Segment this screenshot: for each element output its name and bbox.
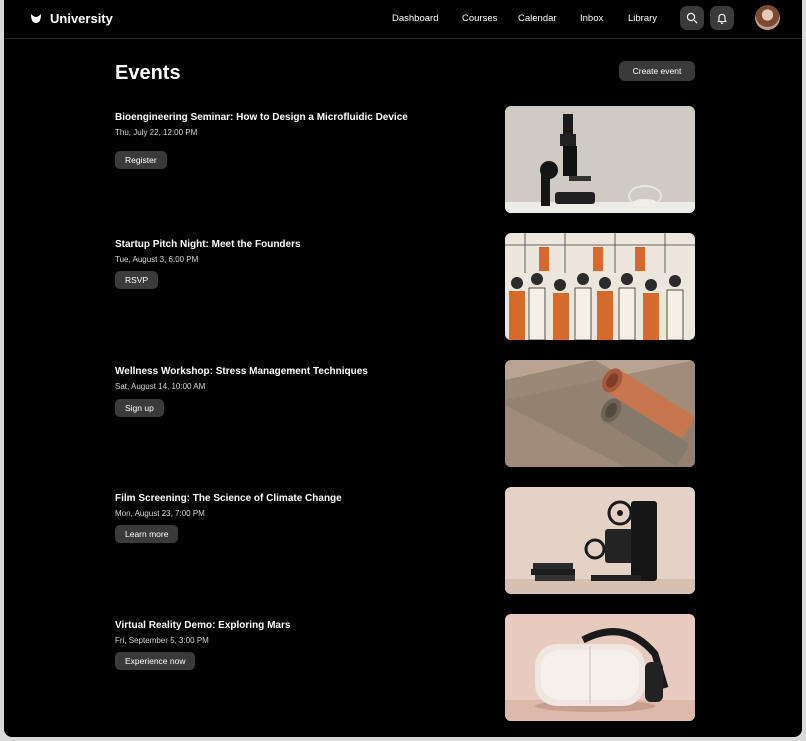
- event-image-microscope[interactable]: [505, 106, 695, 213]
- event-item: Bioengineering Seminar: How to Design a …: [4, 106, 802, 222]
- event-date: Mon, August 23, 7:00 PM: [115, 509, 205, 518]
- notifications-button[interactable]: [710, 6, 734, 30]
- event-item: Wellness Workshop: Stress Management Tec…: [4, 360, 802, 476]
- event-item: Film Screening: The Science of Climate C…: [4, 487, 802, 603]
- rsvp-button[interactable]: RSVP: [115, 271, 159, 289]
- event-date: Thu, July 22, 12:00 PM: [115, 128, 198, 137]
- experience-now-button[interactable]: Experience now: [115, 652, 196, 670]
- event-date: Sat, August 14, 10:00 AM: [115, 382, 206, 391]
- learn-more-button[interactable]: Learn more: [115, 525, 179, 543]
- top-navigation-bar: University Dashboard Courses Calendar In…: [4, 0, 802, 39]
- event-image-vr-headset[interactable]: [505, 614, 695, 721]
- search-icon: [686, 12, 698, 24]
- event-title[interactable]: Wellness Workshop: Stress Management Tec…: [115, 366, 368, 377]
- sign-up-button[interactable]: Sign up: [115, 399, 164, 417]
- user-avatar[interactable]: [755, 5, 780, 30]
- event-item: Virtual Reality Demo: Exploring Mars Fri…: [4, 614, 802, 730]
- event-image-film-projector[interactable]: [505, 487, 695, 594]
- event-image-crowd[interactable]: [505, 233, 695, 340]
- event-image-yoga-mats[interactable]: [505, 360, 695, 467]
- brand-name: University: [50, 11, 113, 26]
- nav-courses[interactable]: Courses: [462, 13, 497, 24]
- event-date: Fri, September 5, 3:00 PM: [115, 636, 209, 645]
- page-title: Events: [115, 62, 181, 84]
- event-title[interactable]: Startup Pitch Night: Meet the Founders: [115, 239, 301, 250]
- create-event-button[interactable]: Create event: [619, 61, 695, 81]
- event-date: Tue, August 3, 6:00 PM: [115, 255, 199, 264]
- nav-library[interactable]: Library: [628, 13, 657, 24]
- event-title[interactable]: Film Screening: The Science of Climate C…: [115, 493, 342, 504]
- event-title[interactable]: Bioengineering Seminar: How to Design a …: [115, 112, 408, 123]
- bell-icon: [717, 13, 727, 24]
- nav-inbox[interactable]: Inbox: [580, 13, 603, 24]
- app-window: University Dashboard Courses Calendar In…: [4, 0, 802, 737]
- register-button[interactable]: Register: [115, 151, 167, 169]
- nav-calendar[interactable]: Calendar: [518, 13, 557, 24]
- search-button[interactable]: [680, 6, 704, 30]
- logo-icon: [31, 14, 41, 23]
- event-item: Startup Pitch Night: Meet the Founders T…: [4, 233, 802, 349]
- nav-dashboard[interactable]: Dashboard: [392, 13, 438, 24]
- event-title[interactable]: Virtual Reality Demo: Exploring Mars: [115, 620, 290, 631]
